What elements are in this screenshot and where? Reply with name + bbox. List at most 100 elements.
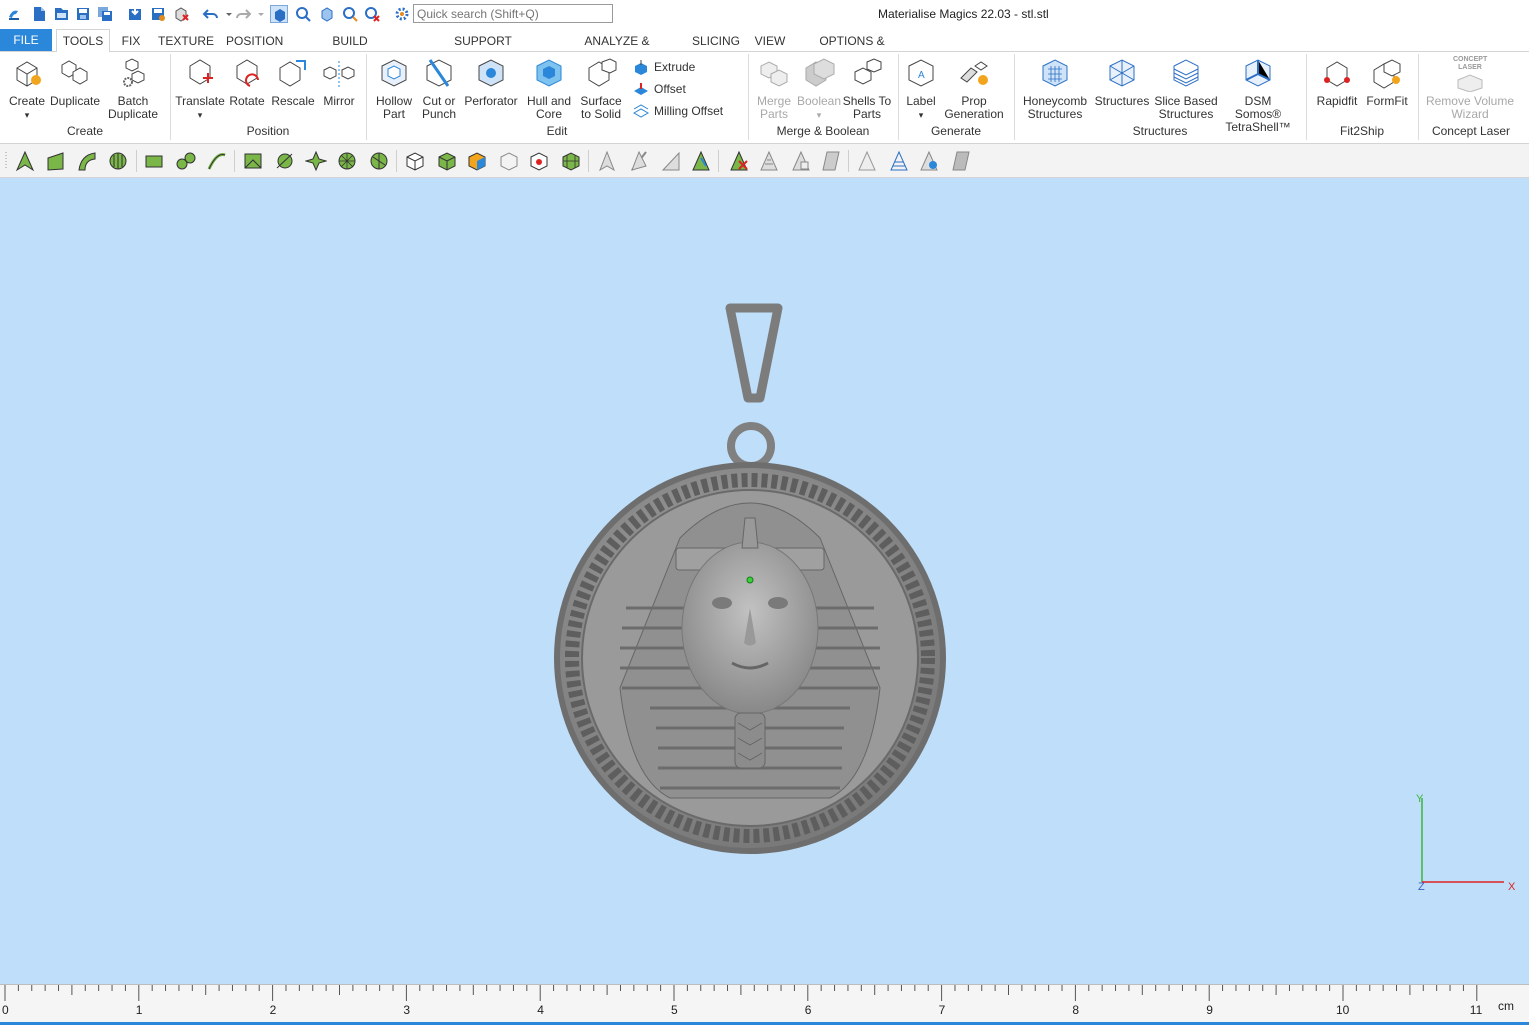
select-polyline-icon[interactable]: [175, 150, 197, 172]
support-block-icon[interactable]: [820, 150, 842, 172]
mirror-button[interactable]: Mirror: [318, 56, 360, 108]
tab-build-preparation[interactable]: BUILD PREPARATION: [296, 31, 404, 68]
merge-parts-button[interactable]: Merge Parts: [752, 56, 796, 121]
pharaoh-pendant-model[interactable]: [540, 298, 960, 858]
ruler-label: 11: [1469, 1003, 1483, 1017]
slice-based-structures-button[interactable]: Slice Based Structures: [1154, 56, 1218, 121]
extrude-button[interactable]: Extrude: [630, 58, 695, 78]
redo-dropdown-icon[interactable]: [252, 5, 264, 23]
translate-button[interactable]: Translate ▾: [174, 56, 226, 122]
batch-duplicate-button[interactable]: Batch Duplicate: [104, 56, 162, 121]
zoom-icon[interactable]: [341, 5, 359, 23]
group-label-fit2ship: Fit2Ship: [1339, 124, 1385, 138]
tab-options-help[interactable]: OPTIONS & HELP: [806, 31, 898, 68]
tab-tools[interactable]: TOOLS: [56, 29, 110, 53]
save-all-icon[interactable]: [96, 5, 114, 23]
title-bar: Materialise Magics 22.03 - stl.stl: [0, 0, 1529, 28]
import-icon[interactable]: [126, 5, 144, 23]
redo-icon[interactable]: [234, 5, 252, 23]
support-surface-icon[interactable]: [660, 150, 682, 172]
undo-icon[interactable]: [202, 5, 220, 23]
surface-to-solid-button[interactable]: Surface to Solid: [576, 56, 626, 121]
3d-viewport[interactable]: Y Z X: [0, 178, 1529, 984]
zoom-reset-icon[interactable]: [363, 5, 381, 23]
milling-offset-button[interactable]: Milling Offset: [630, 102, 723, 122]
create-button[interactable]: Create ▾: [4, 56, 50, 122]
ruler-label: 6: [804, 1003, 812, 1017]
view-part-icon[interactable]: [318, 5, 336, 23]
select-part-color-icon[interactable]: [466, 150, 488, 172]
rotate-button[interactable]: Rotate: [226, 56, 268, 108]
formfit-icon: [1373, 59, 1401, 89]
duplicate-button[interactable]: Duplicate: [50, 56, 100, 108]
open-file-icon[interactable]: [52, 5, 70, 23]
save-part-icon[interactable]: [149, 5, 167, 23]
remove-volume-wizard-button[interactable]: CONCEPT LASER Remove Volume Wizard: [1424, 56, 1516, 121]
unload-icon[interactable]: [172, 5, 190, 23]
structures-button[interactable]: Structures: [1092, 56, 1152, 108]
select-triangle-icon[interactable]: [14, 150, 36, 172]
label-button[interactable]: A Label ▾: [900, 56, 942, 122]
honeycomb-structures-button[interactable]: Honeycomb Structures: [1022, 56, 1088, 121]
select-curve-icon[interactable]: [206, 150, 228, 172]
new-file-icon[interactable]: [30, 5, 48, 23]
view-wire-icon[interactable]: [888, 150, 910, 172]
select-surface-icon[interactable]: [45, 150, 67, 172]
hull-and-core-button[interactable]: Hull and Core: [522, 56, 576, 121]
concept-laser-logo: CONCEPT LASER: [1453, 56, 1488, 71]
support-point-icon[interactable]: [596, 150, 618, 172]
support-copy-icon[interactable]: [790, 150, 812, 172]
boolean-button[interactable]: Boolean ▾: [796, 56, 842, 122]
zoom-part-icon[interactable]: [294, 5, 312, 23]
mark-marked-icon[interactable]: [242, 150, 264, 172]
select-shell-icon[interactable]: [76, 150, 98, 172]
surface-to-solid-icon: [588, 58, 617, 87]
tab-analyze-report[interactable]: ANALYZE & REPORT: [566, 31, 668, 68]
shells-to-parts-button[interactable]: Shells To Parts: [842, 56, 892, 121]
duplicate-icon: [61, 60, 88, 85]
select-part-grid-icon[interactable]: [560, 150, 582, 172]
cut-or-punch-button[interactable]: Cut or Punch: [418, 56, 460, 121]
select-part-icon[interactable]: [270, 5, 288, 23]
support-delete-icon[interactable]: [728, 150, 750, 172]
tab-support-generation[interactable]: SUPPORT GENERATION: [422, 31, 544, 68]
tab-texture[interactable]: TEXTURE: [158, 31, 214, 52]
merge-parts-icon: [760, 61, 788, 87]
hollow-part-button[interactable]: Hollow Part: [370, 56, 418, 121]
save-icon[interactable]: [74, 5, 92, 23]
select-plane-icon[interactable]: [107, 150, 129, 172]
settings-icon[interactable]: [393, 5, 411, 23]
mark-shell-icon[interactable]: [274, 150, 296, 172]
tab-fix[interactable]: FIX: [118, 31, 144, 52]
milling-offset-icon: [632, 104, 650, 118]
select-rectangle-icon[interactable]: [143, 150, 165, 172]
undo-dropdown-icon[interactable]: [220, 5, 232, 23]
tab-position[interactable]: POSITION: [226, 31, 283, 52]
support-line-icon[interactable]: [628, 150, 650, 172]
select-part-wire-icon[interactable]: [498, 150, 520, 172]
view-slab-icon[interactable]: [950, 150, 972, 172]
mark-propagate-icon[interactable]: [305, 150, 327, 172]
mark-sphere-icon[interactable]: [336, 150, 358, 172]
rescale-button[interactable]: Rescale: [270, 56, 316, 108]
support-hatch-icon[interactable]: [758, 150, 780, 172]
perforator-button[interactable]: Perforator: [462, 56, 520, 108]
tab-file[interactable]: FILE: [0, 29, 52, 51]
mark-cylinder-icon[interactable]: [368, 150, 390, 172]
select-part-dot-icon[interactable]: [528, 150, 550, 172]
app-logo-icon[interactable]: [6, 5, 24, 23]
tab-slicing[interactable]: SLICING: [692, 31, 740, 52]
view-triangle-icon[interactable]: [856, 150, 878, 172]
rapidfit-button[interactable]: Rapidfit: [1312, 56, 1362, 108]
formfit-button[interactable]: FormFit: [1364, 56, 1410, 108]
support-area-icon[interactable]: [690, 150, 712, 172]
tab-view[interactable]: VIEW: [754, 31, 786, 52]
group-label-edit: Edit: [546, 124, 568, 138]
view-point-icon[interactable]: [918, 150, 940, 172]
dsm-somos-tetrashell-button[interactable]: DSM Somos® TetraShell™: [1220, 56, 1296, 134]
select-part-green-icon[interactable]: [436, 150, 458, 172]
prop-generation-button[interactable]: Prop Generation: [942, 56, 1006, 121]
offset-button[interactable]: Offset: [630, 80, 686, 100]
select-part-cube-icon[interactable]: [404, 150, 426, 172]
quick-search-input[interactable]: [413, 4, 613, 23]
